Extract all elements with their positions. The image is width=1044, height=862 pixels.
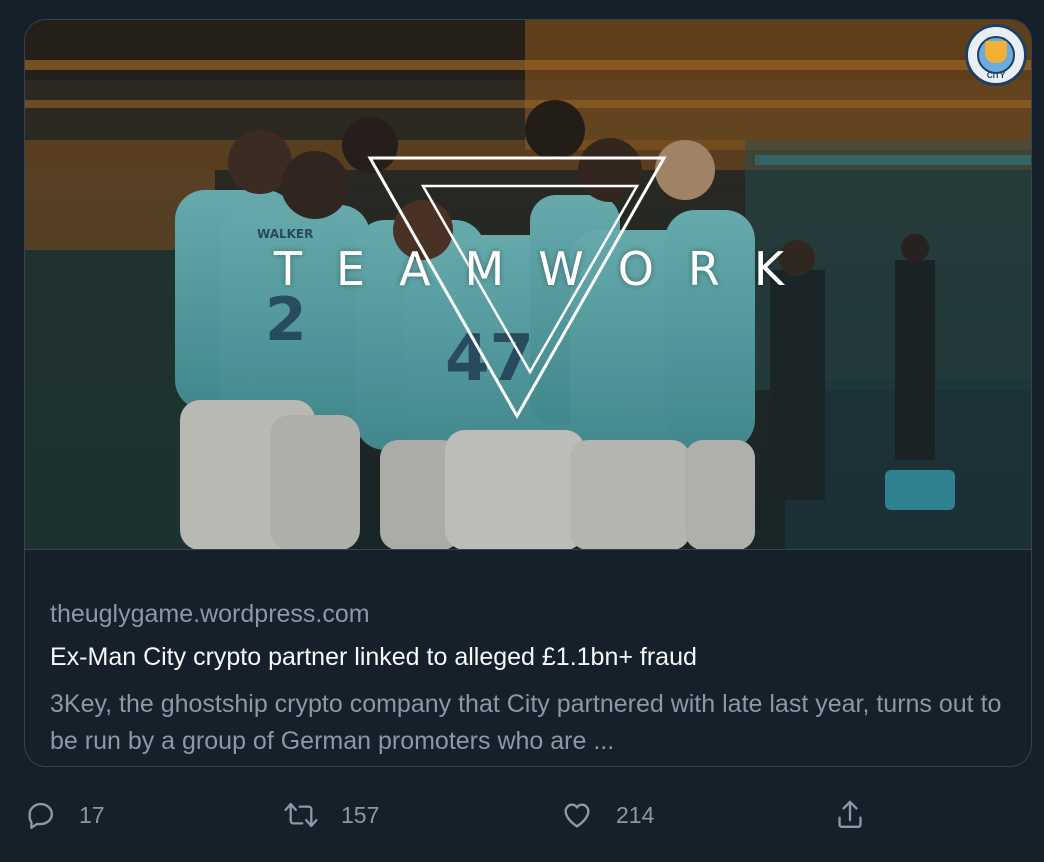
reply-button[interactable]: 17 — [25, 790, 105, 840]
retweet-icon — [284, 802, 318, 828]
heart-icon — [564, 803, 590, 828]
crest-text: CITY — [986, 71, 1006, 80]
card-headline[interactable]: Ex-Man City crypto partner linked to all… — [50, 643, 697, 672]
like-count: 214 — [616, 801, 655, 828]
article-image[interactable]: 2 47 WALKER TEAMWORK CITY — [25, 20, 1031, 549]
overlay-word: TEAMWORK — [273, 242, 819, 296]
share-button[interactable] — [834, 790, 866, 840]
like-button[interactable]: 214 — [560, 790, 654, 840]
tweet-action-bar: 17 157 214 — [0, 790, 1044, 840]
reply-icon — [28, 802, 53, 829]
retweet-button[interactable]: 157 — [283, 790, 379, 840]
retweet-count: 157 — [341, 801, 380, 828]
link-preview-card[interactable]: 2 47 WALKER TEAMWORK CITY theuglygame.wo… — [24, 19, 1032, 767]
club-crest-icon: CITY — [965, 24, 1027, 86]
card-description: 3Key, the ghostship crypto company that … — [50, 690, 1002, 755]
card-meta[interactable]: theuglygame.wordpress.com Ex-Man City cr… — [25, 549, 1031, 766]
share-icon — [838, 800, 862, 828]
card-domain: theuglygame.wordpress.com — [50, 600, 370, 628]
reply-count: 17 — [79, 801, 105, 828]
